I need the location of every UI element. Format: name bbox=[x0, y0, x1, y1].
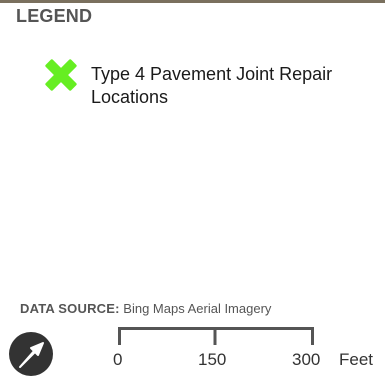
data-source-label: DATA SOURCE: bbox=[20, 301, 120, 316]
north-arrow-icon bbox=[9, 332, 53, 376]
scale-tick-label: 300 bbox=[292, 350, 321, 369]
legend-item-label: Type 4 Pavement Joint Repair Locations bbox=[91, 64, 333, 107]
map-legend-panel: LEGEND Type 4 Pavement Joint Repair Loca… bbox=[0, 0, 385, 381]
legend-item: Type 4 Pavement Joint Repair Locations bbox=[43, 57, 343, 117]
scale-tick-label: 0 bbox=[113, 350, 123, 369]
scale-bar bbox=[118, 327, 314, 345]
map-edge-strip bbox=[0, 0, 385, 3]
legend-title: LEGEND bbox=[16, 6, 93, 26]
scale-tick-label: 150 bbox=[198, 350, 227, 369]
data-source: DATA SOURCE: Bing Maps Aerial Imagery bbox=[20, 301, 271, 316]
data-source-value: Bing Maps Aerial Imagery bbox=[123, 301, 272, 316]
green-x-icon bbox=[45, 59, 77, 91]
scale-unit-label: Feet bbox=[339, 350, 374, 369]
